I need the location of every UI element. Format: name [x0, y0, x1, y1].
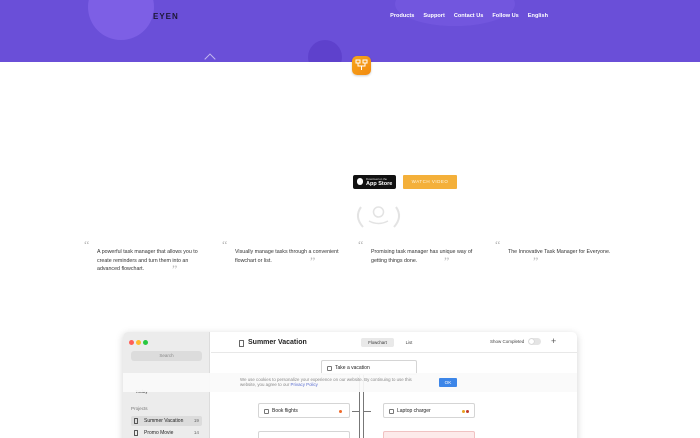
projects-header: Projects — [131, 406, 148, 411]
review-quote: “ Promising task manager has unique way … — [358, 238, 472, 276]
flowchart-icon — [355, 59, 368, 70]
task-checkbox[interactable] — [327, 365, 332, 371]
nav-products[interactable]: Products — [390, 13, 414, 19]
window-zoom-button[interactable] — [143, 340, 148, 345]
decorative-diamond — [204, 53, 216, 62]
window-close-button[interactable] — [129, 340, 134, 345]
sidebar-search-input[interactable]: Search — [131, 351, 202, 361]
review-quote: “ A powerful task manager that allows yo… — [84, 238, 198, 276]
project-title: Summer Vacation — [248, 339, 307, 346]
cookie-text: We use cookies to personalize your exper… — [240, 377, 420, 387]
review-quotes: “ A powerful task manager that allows yo… — [84, 238, 624, 276]
cookie-banner: We use cookies to personalize your exper… — [123, 373, 577, 392]
tab-list[interactable]: List — [399, 338, 419, 347]
show-completed-label: Show Completed — [490, 339, 525, 344]
task-checkbox[interactable] — [389, 408, 394, 414]
decorative-blob — [88, 0, 154, 40]
review-quote: “ Visually manage tasks through a conven… — [222, 238, 339, 276]
decorative-blob — [308, 40, 342, 62]
open-quote-icon: “ — [222, 238, 228, 252]
review-text: The Innovative Task Manager for Everyone… — [508, 249, 611, 255]
cookie-ok-button[interactable]: OK — [439, 378, 457, 387]
priority-dot — [462, 410, 465, 413]
task-label: Take a vacation — [335, 365, 370, 371]
privacy-policy-link[interactable]: Privacy Policy — [291, 382, 318, 387]
task-card[interactable] — [258, 431, 350, 438]
task-card[interactable]: Laptop charger — [383, 403, 475, 418]
review-quote: “ The Innovative Task Manager for Everyo… — [495, 238, 610, 276]
nav-contact-us[interactable]: Contact Us — [454, 13, 484, 19]
tab-flowchart[interactable]: Flowchart — [361, 338, 394, 347]
task-card[interactable]: Book flights — [258, 403, 350, 418]
review-text: Visually manage tasks through a convenie… — [235, 249, 339, 264]
app-icon — [352, 56, 371, 75]
toolbar-divider — [211, 352, 577, 353]
award-laurel-icon — [357, 206, 400, 228]
sidebar-project-item[interactable]: Promo Movie 14 — [131, 428, 202, 438]
document-icon — [134, 430, 138, 436]
apple-icon — [357, 178, 363, 185]
open-quote-icon: “ — [84, 238, 90, 252]
sidebar-project-item[interactable]: Summer Vacation 19 — [131, 416, 202, 426]
flow-connector — [352, 411, 359, 412]
review-text: A powerful task manager that allows you … — [97, 249, 198, 273]
project-label: Summer Vacation — [144, 418, 184, 424]
view-switcher: Flowchart List — [361, 338, 421, 347]
project-label: Promo Movie — [144, 430, 174, 436]
app-store-button[interactable]: Download on the App Store — [353, 175, 396, 189]
site-logo[interactable]: EYEN — [153, 12, 179, 21]
nav-follow-us[interactable]: Follow Us — [492, 13, 518, 19]
nav-support[interactable]: Support — [423, 13, 444, 19]
task-label: Book flights — [272, 408, 298, 414]
priority-dot — [466, 410, 469, 413]
priority-dot — [339, 410, 342, 413]
close-quote-icon: ” — [533, 254, 539, 268]
task-label: Laptop charger — [397, 408, 431, 414]
close-quote-icon: ” — [444, 254, 450, 268]
close-quote-icon: ” — [172, 262, 178, 276]
flow-connector — [363, 411, 371, 412]
document-icon — [134, 418, 138, 424]
cookie-message: We use cookies to personalize your exper… — [240, 377, 412, 388]
open-quote-icon: “ — [358, 238, 364, 252]
project-count: 19 — [193, 418, 199, 423]
page: EYEN Products Support Contact Us Follow … — [0, 0, 700, 438]
close-quote-icon: ” — [310, 254, 316, 268]
task-checkbox[interactable] — [264, 408, 269, 414]
review-text: Promising task manager has unique way of… — [371, 249, 473, 264]
app-store-label: App Store — [366, 180, 393, 187]
show-completed-toggle[interactable] — [528, 338, 541, 345]
window-minimize-button[interactable] — [136, 340, 141, 345]
header-banner: EYEN Products Support Contact Us Follow … — [0, 0, 700, 62]
watch-video-button[interactable]: WATCH VIDEO — [403, 175, 457, 189]
task-card[interactable] — [383, 431, 475, 438]
document-icon — [239, 340, 244, 347]
project-count: 14 — [193, 430, 199, 435]
add-task-button[interactable]: + — [551, 336, 556, 346]
open-quote-icon: “ — [495, 238, 501, 252]
nav-language[interactable]: English — [528, 13, 548, 19]
top-nav: Products Support Contact Us Follow Us En… — [390, 13, 548, 19]
